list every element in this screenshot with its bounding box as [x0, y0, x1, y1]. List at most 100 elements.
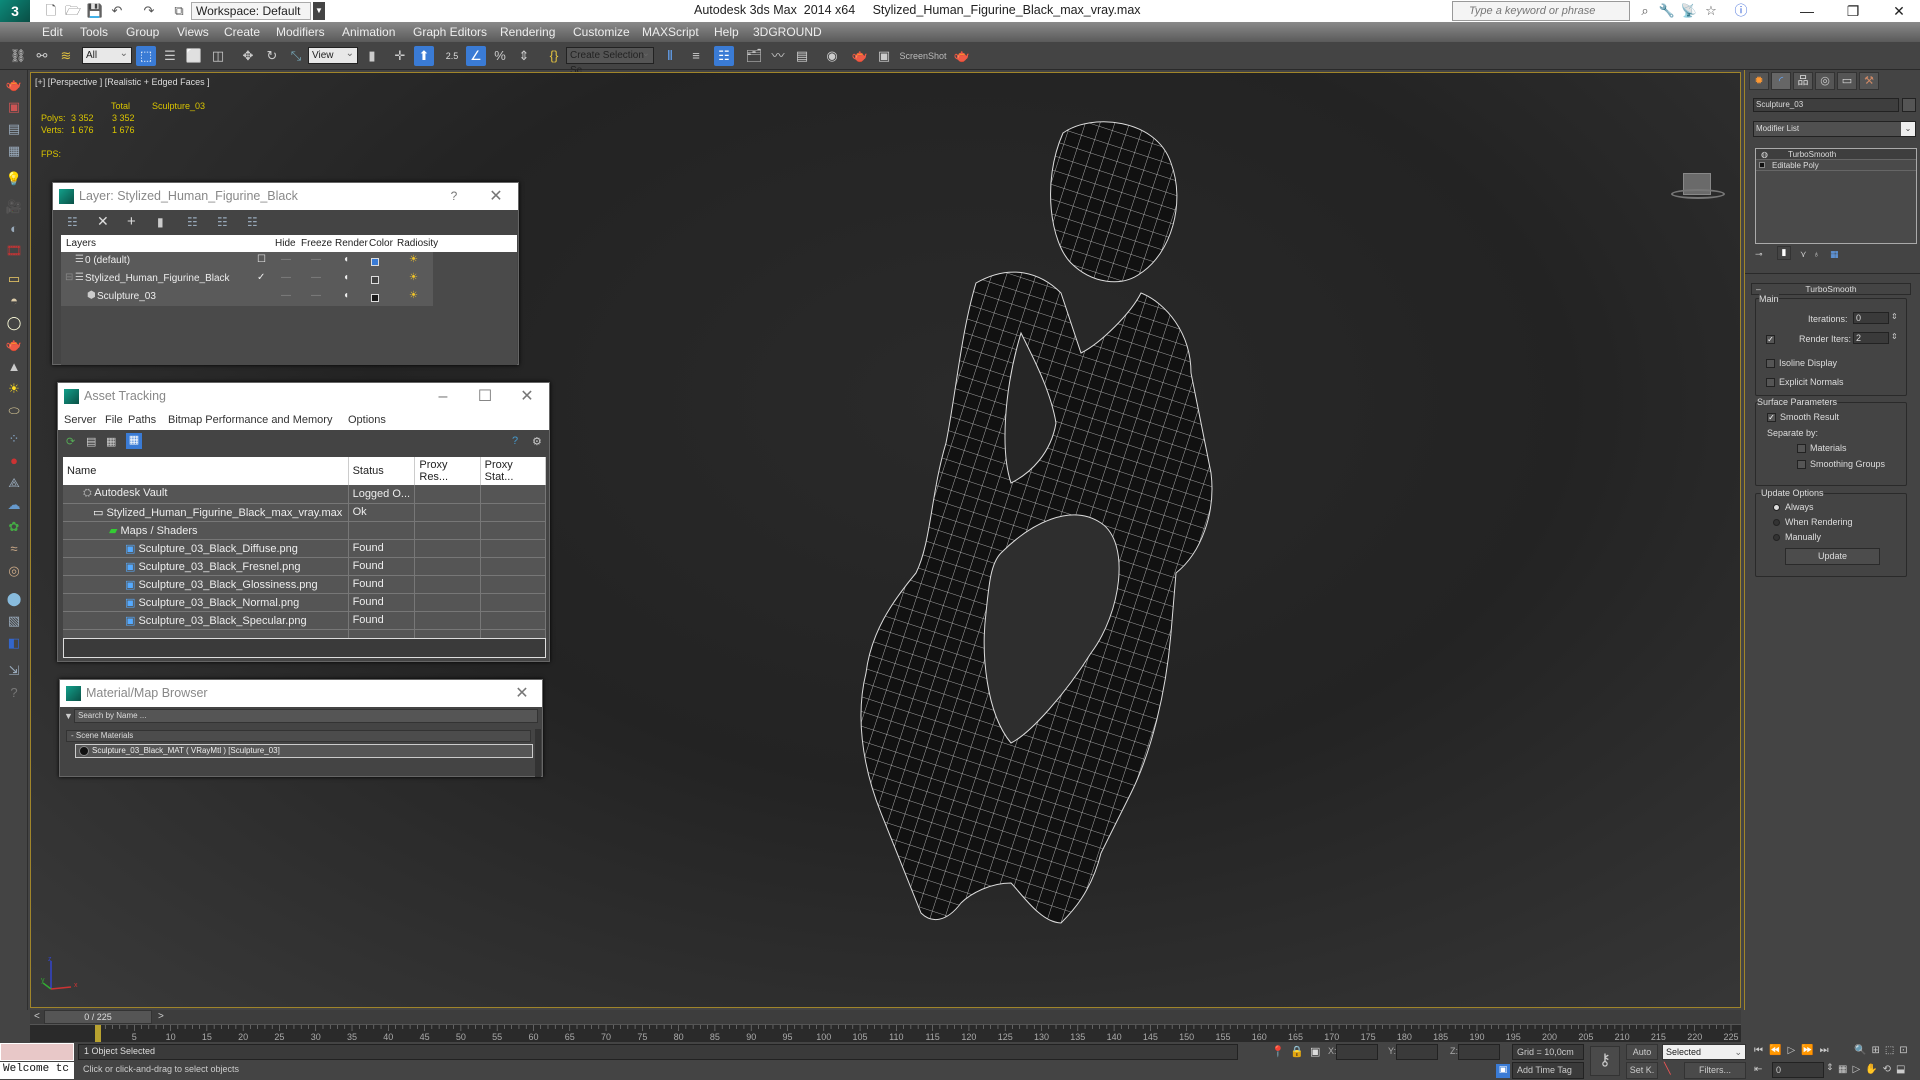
object-color-swatch[interactable]	[371, 294, 379, 302]
set-key-icon[interactable]: ⚷	[1590, 1046, 1620, 1076]
smooth-result-checkbox[interactable]: ✓	[1767, 413, 1776, 422]
maximize-viewport-icon[interactable]: ⬓	[1896, 1064, 1910, 1075]
close-button[interactable]: ✕	[1876, 0, 1920, 22]
schematic-view-icon[interactable]: ▤	[792, 46, 812, 66]
menu-animation[interactable]: Animation	[342, 25, 395, 39]
layer-color-swatch[interactable]	[371, 276, 379, 284]
material-editor-icon[interactable]: ◉	[822, 46, 842, 66]
menu-create[interactable]: Create	[224, 25, 260, 39]
menu-rendering[interactable]: Rendering	[500, 25, 555, 39]
scene-list-icon[interactable]: ▤	[5, 120, 23, 138]
table-icon[interactable]: ▦	[5, 142, 23, 160]
current-layer-toggle[interactable]: ✓	[257, 272, 265, 283]
settings-icon[interactable]: ⚙	[532, 435, 542, 448]
render-iters-spinner[interactable]: 2	[1853, 332, 1889, 344]
set-key-button[interactable]: Set K.	[1626, 1062, 1658, 1079]
utilities-tab[interactable]: ⚒	[1859, 72, 1879, 90]
physical-camera-icon[interactable]: ◐	[5, 220, 23, 238]
bake-icon[interactable]: ▧	[5, 612, 23, 630]
menu-customize[interactable]: Customize	[573, 25, 630, 39]
current-layer-toggle[interactable]: ☐	[257, 254, 266, 265]
infocenter-search-input[interactable]: Type a keyword or phrase	[1452, 1, 1630, 21]
layer-panel-title-bar[interactable]: Layer: Stylized_Human_Figurine_Black ? ✕	[53, 183, 518, 210]
key-mode-icon[interactable]: ╲	[1664, 1062, 1671, 1075]
figurine-mesh[interactable]	[771, 93, 1231, 1008]
col-color[interactable]: Color	[369, 238, 393, 249]
smoothing-groups-checkbox[interactable]	[1797, 460, 1806, 469]
modify-tab[interactable]: ◜	[1771, 72, 1791, 90]
expand-icon[interactable]	[1759, 162, 1765, 168]
project-folder-icon[interactable]: ⧉	[170, 3, 188, 19]
modifier-turbosmooth[interactable]: ◍ TurboSmooth	[1756, 149, 1916, 160]
pivot-center-icon[interactable]: ▮	[362, 46, 382, 66]
select-object-icon[interactable]: ⬚	[136, 46, 156, 66]
screenshot-button[interactable]: ScreenShot	[898, 46, 948, 66]
fog-icon[interactable]: ☁	[5, 496, 23, 514]
teapot-create-icon[interactable]: 🫖	[5, 76, 23, 94]
scene-materials-group[interactable]: - Scene Materials	[66, 730, 531, 742]
display-tab[interactable]: ▭	[1837, 72, 1857, 90]
delete-layer-icon[interactable]: ✕	[97, 213, 109, 230]
col-name[interactable]: Name	[63, 457, 349, 485]
z-coordinate-field[interactable]	[1458, 1044, 1500, 1060]
render-teapot-icon[interactable]: ◖	[343, 272, 349, 283]
col-proxy-stat[interactable]: Proxy Stat...	[480, 457, 547, 485]
asset-row[interactable]: ▣ Sculpture_03_Black_Specular.png Found	[63, 611, 547, 630]
menu-paths[interactable]: Paths	[128, 414, 156, 426]
help-icon[interactable]: ?	[512, 435, 518, 447]
layer-name[interactable]: Stylized_Human_Figurine_Black	[85, 273, 230, 284]
time-slider[interactable]: < 0 / 225 >	[30, 1010, 1741, 1024]
previous-frame-icon[interactable]: ⏪	[1769, 1045, 1787, 1056]
menu-graph-editors[interactable]: Graph Editors	[413, 25, 487, 39]
select-by-name-icon[interactable]: ☰	[160, 46, 180, 66]
asset-tracking-title-bar[interactable]: Asset Tracking – ☐ ✕	[58, 383, 549, 410]
auto-key-button[interactable]: Auto	[1626, 1044, 1658, 1060]
add-time-tag-button[interactable]: Add Time Tag	[1512, 1062, 1584, 1079]
create-tab[interactable]: ✹	[1749, 72, 1769, 90]
iterations-spin-arrows[interactable]: ⇕	[1891, 312, 1898, 321]
layer-row[interactable]: ☰ 0 (default) ☐ — — ◖ ☀	[61, 254, 433, 272]
customize-quick-access-icon[interactable]: ▼	[313, 2, 325, 20]
x-coordinate-field[interactable]	[1336, 1044, 1378, 1060]
col-status[interactable]: Status	[348, 457, 416, 485]
bind-space-warp-icon[interactable]: ≋	[56, 46, 76, 66]
align-icon[interactable]: ≡	[686, 46, 706, 66]
modifier-list-dropdown[interactable]: Modifier List ⌄	[1753, 121, 1916, 137]
configure-modifier-sets-icon[interactable]: ▦	[1830, 249, 1839, 260]
viewcube-ring[interactable]	[1671, 189, 1725, 199]
set-current-layer-icon[interactable]: ☷	[217, 215, 228, 229]
zoom-extents-all-icon[interactable]: ⊡	[1899, 1045, 1912, 1056]
scale-icon[interactable]: ⤡	[286, 46, 306, 66]
ies-light-icon[interactable]: ▲	[5, 358, 23, 376]
proxy-icon[interactable]: ⟁	[5, 474, 23, 492]
layer-explorer-icon[interactable]: ☷	[714, 46, 734, 66]
help-circle-icon[interactable]: ?	[5, 684, 23, 702]
asset-row[interactable]: ▣ Sculpture_03_Black_Diffuse.png Found	[63, 539, 547, 558]
time-tag-icon[interactable]: ▣	[1496, 1064, 1510, 1078]
modifier-editable-poly[interactable]: Editable Poly	[1756, 160, 1916, 171]
asset-row[interactable]: ▣ Sculpture_03_Black_Normal.png Found	[63, 593, 547, 612]
minimize-button[interactable]: —	[1784, 0, 1830, 22]
rectangular-selection-icon[interactable]: ⬜	[184, 46, 204, 66]
pan-hand-icon[interactable]: ✋	[1865, 1064, 1882, 1075]
menu-tools[interactable]: Tools	[80, 25, 108, 39]
ambient-light-icon[interactable]: ⬭	[5, 402, 23, 420]
camera-icon[interactable]: 🎥	[5, 198, 23, 216]
mirror-icon[interactable]: ⫴	[660, 46, 680, 66]
angle-snap-icon[interactable]: ∠	[466, 46, 486, 66]
menu-edit[interactable]: Edit	[42, 25, 63, 39]
col-layers[interactable]: Layers	[66, 238, 96, 249]
named-selection-dropdown[interactable]: Create Selection Se	[566, 46, 654, 76]
zoom-icon[interactable]: 🔍	[1854, 1045, 1871, 1056]
tree-view-icon[interactable]: ▦	[106, 435, 116, 448]
add-to-layer-icon[interactable]: +	[127, 213, 136, 230]
restore-button[interactable]: ❐	[1830, 0, 1876, 22]
go-to-start-icon[interactable]: ⏮	[1754, 1045, 1769, 1056]
help-button[interactable]: ?	[440, 183, 468, 210]
material-sphere-icon[interactable]: ⬤	[5, 590, 23, 608]
freeze-toggle[interactable]: —	[311, 254, 321, 265]
frame-spinner[interactable]: ⇕	[1826, 1062, 1834, 1073]
layer-name[interactable]: 0 (default)	[85, 255, 130, 266]
mask-icon[interactable]: ◧	[5, 634, 23, 652]
binoculars-icon[interactable]: ⌕	[1634, 2, 1656, 20]
